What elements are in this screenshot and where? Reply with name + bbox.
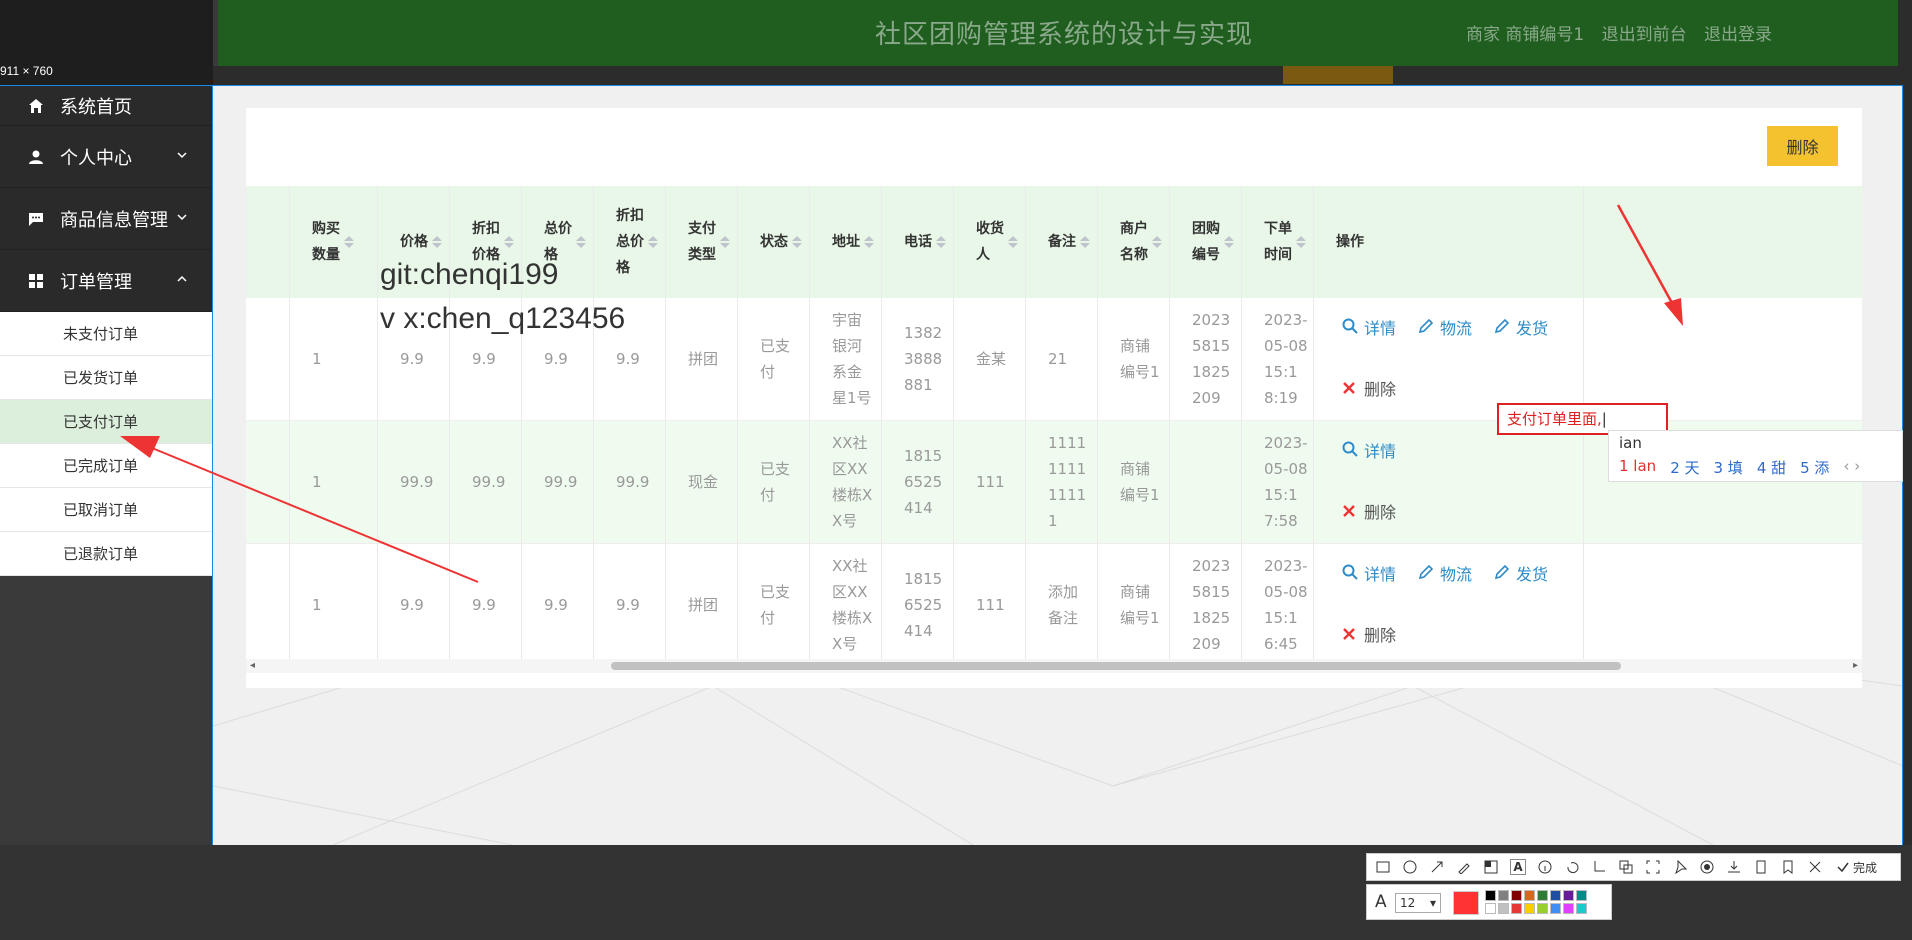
arrow-tool-icon[interactable] (1429, 859, 1445, 875)
done-button[interactable]: 完成 (1836, 859, 1877, 876)
color-swatch[interactable] (1498, 903, 1509, 914)
color-swatch[interactable] (1576, 890, 1587, 901)
ime-candidate[interactable]: 2 天 (1670, 457, 1699, 478)
current-color-swatch[interactable] (1453, 891, 1479, 915)
ime-candidate[interactable]: 5 添 (1800, 457, 1829, 478)
info-icon[interactable] (1537, 859, 1553, 875)
color-swatch[interactable] (1498, 890, 1509, 901)
arrow-to-paid-orders (120, 436, 479, 583)
snip-toolbar: A 完成 (1366, 853, 1901, 881)
ime-composition: ian (1619, 434, 1642, 452)
color-swatch[interactable] (1576, 903, 1587, 914)
text-tool-icon[interactable]: A (1510, 859, 1526, 875)
font-size-value: 12 (1400, 896, 1416, 910)
ime-candidate[interactable]: 3 填 (1714, 457, 1743, 478)
arrow-to-logistics (1616, 204, 1683, 326)
font-size-select[interactable]: 12 ▾ (1395, 893, 1441, 913)
color-swatch[interactable] (1563, 903, 1574, 914)
color-swatch[interactable] (1563, 890, 1574, 901)
pen-tool-icon[interactable] (1456, 859, 1472, 875)
record-icon[interactable] (1699, 859, 1715, 875)
ime-page-arrows[interactable]: ‹ › (1843, 457, 1860, 478)
crop-icon[interactable] (1591, 859, 1607, 875)
color-swatch[interactable] (1537, 890, 1548, 901)
download-icon[interactable] (1726, 859, 1742, 875)
translate-icon[interactable] (1618, 859, 1634, 875)
color-swatch[interactable] (1537, 903, 1548, 914)
undo-icon[interactable] (1564, 859, 1580, 875)
ime-candidate-panel: ian 1 lan 2 天 3 填 4 甜 5 添 ‹ › (1608, 430, 1903, 482)
color-swatch[interactable] (1511, 903, 1522, 914)
color-swatch[interactable] (1511, 890, 1522, 901)
annotation-text: 支付订单里面, (1507, 410, 1602, 428)
done-label: 完成 (1853, 860, 1878, 875)
color-swatch[interactable] (1550, 903, 1561, 914)
ime-candidate[interactable]: 4 甜 (1757, 457, 1786, 478)
check-icon (1837, 862, 1849, 873)
color-swatch[interactable] (1550, 890, 1561, 901)
color-swatch[interactable] (1524, 890, 1535, 901)
ellipse-tool-icon[interactable] (1402, 859, 1418, 875)
color-swatch[interactable] (1485, 890, 1496, 901)
color-swatch[interactable] (1485, 903, 1496, 914)
pin-icon[interactable] (1672, 859, 1688, 875)
ime-candidates: 1 lan 2 天 3 填 4 甜 5 添 ‹ › (1619, 457, 1874, 478)
close-icon[interactable] (1807, 859, 1823, 875)
color-swatch[interactable] (1524, 903, 1535, 914)
bookmark-icon[interactable] (1780, 859, 1796, 875)
phone-icon[interactable] (1753, 859, 1769, 875)
mosaic-tool-icon[interactable] (1483, 859, 1499, 875)
ime-candidate[interactable]: 1 lan (1619, 457, 1656, 478)
snip-style-toolbar: A 12 ▾ (1366, 884, 1612, 920)
font-icon: A (1375, 892, 1387, 912)
rectangle-tool-icon[interactable] (1375, 859, 1391, 875)
ocr-icon[interactable] (1645, 859, 1661, 875)
